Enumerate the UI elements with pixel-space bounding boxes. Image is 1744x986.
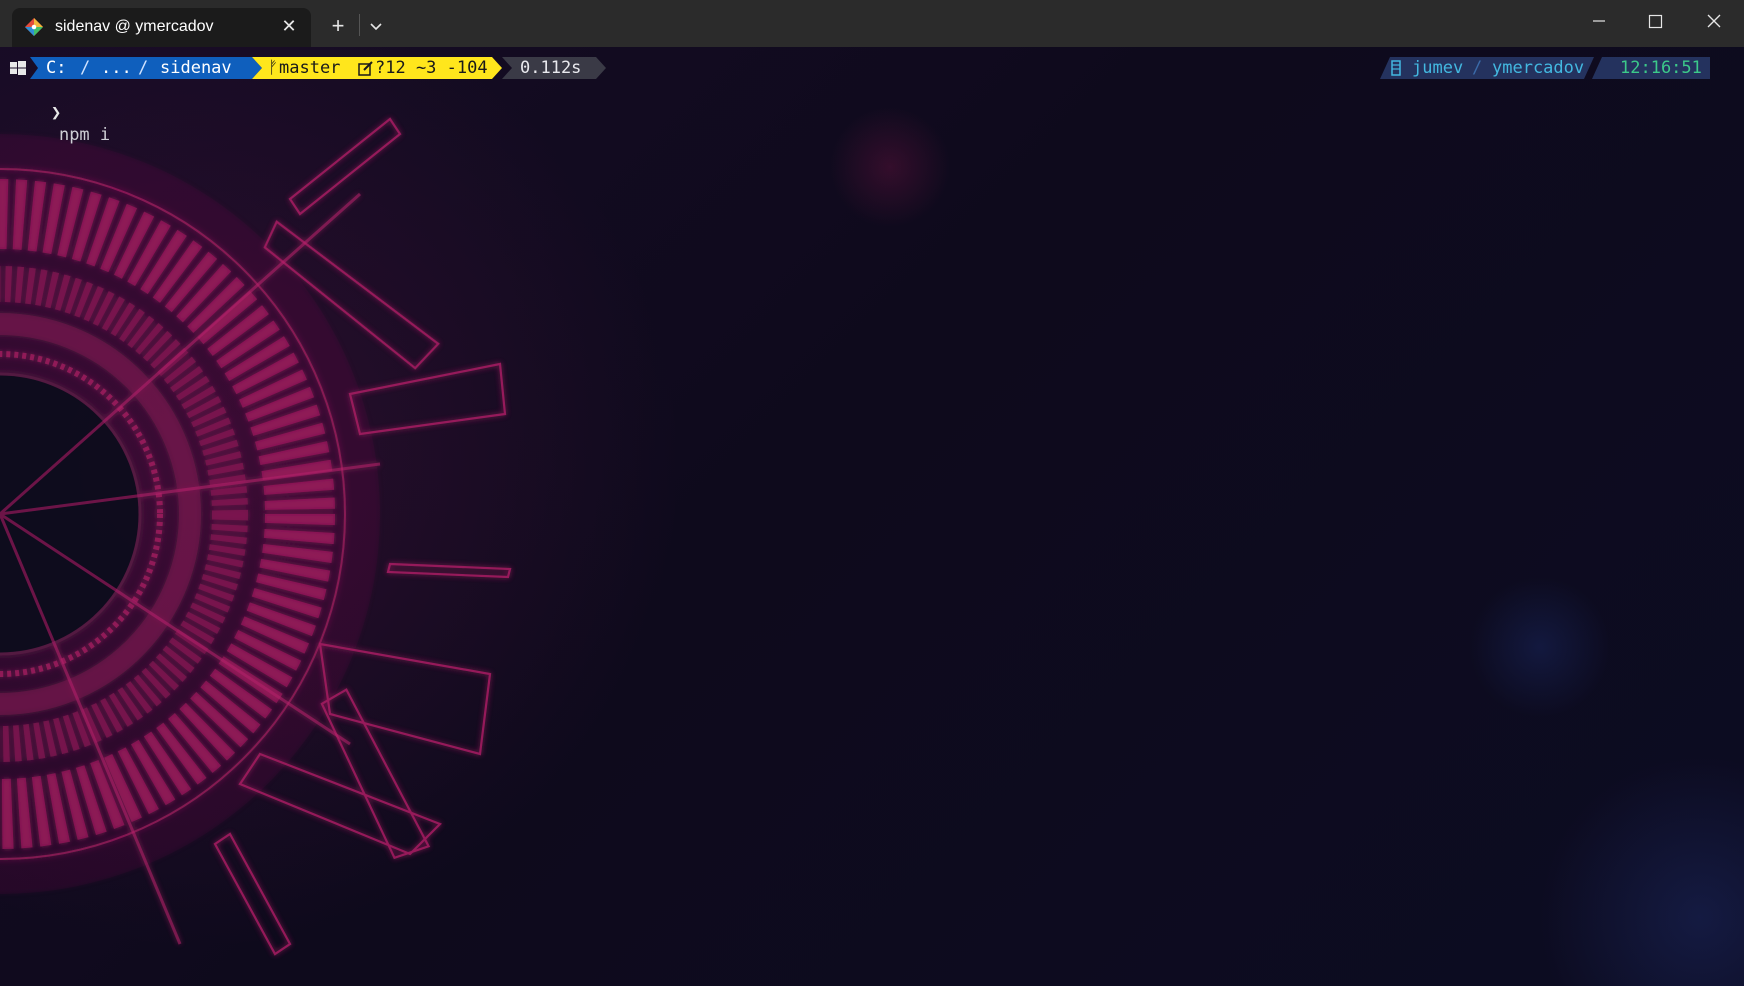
terminal-window: sidenav @ ymercadov ✕ + C: / ... / siden… bbox=[0, 0, 1744, 986]
chevron-down-icon[interactable] bbox=[365, 14, 387, 38]
close-icon[interactable] bbox=[1686, 0, 1742, 42]
tab-active[interactable]: sidenav @ ymercadov ✕ bbox=[12, 8, 311, 47]
tab-close-button[interactable]: ✕ bbox=[279, 16, 299, 36]
maximize-icon[interactable] bbox=[1627, 0, 1683, 42]
new-tab-button[interactable]: + bbox=[326, 12, 350, 40]
path-separator: / bbox=[80, 58, 91, 78]
path-part-drive: C: bbox=[46, 58, 67, 78]
git-branch: master bbox=[279, 58, 341, 78]
background-circular-pattern bbox=[0, 117, 512, 956]
path-part-folder: sidenav bbox=[160, 58, 232, 78]
k8s-host: ymercadov bbox=[1492, 58, 1585, 78]
command-duration: 0.112s bbox=[520, 58, 582, 78]
k8s-user: jumev bbox=[1412, 58, 1464, 78]
title-bar: sidenav @ ymercadov ✕ + bbox=[0, 0, 1744, 47]
windows-icon bbox=[10, 61, 26, 75]
tab-title: sidenav @ ymercadov bbox=[55, 18, 214, 35]
title-separator bbox=[359, 14, 360, 36]
kubernetes-icon bbox=[1391, 60, 1401, 76]
command-line[interactable]: ❯ npm i bbox=[10, 80, 110, 168]
pencil-square-icon bbox=[358, 61, 373, 76]
prompt-chevron-icon: ❯ bbox=[50, 103, 62, 123]
git-diamond-icon bbox=[25, 18, 43, 36]
prompt-time: 12:16:51 bbox=[1620, 58, 1702, 78]
branch-icon: ᚠ bbox=[268, 58, 279, 78]
path-separator: / bbox=[138, 58, 149, 78]
git-stats: ?12 ~3 -104 bbox=[375, 58, 488, 78]
context-separator: / bbox=[1472, 58, 1483, 78]
minimize-icon[interactable] bbox=[1571, 0, 1627, 42]
path-part-ellipsis: ... bbox=[101, 58, 132, 78]
prompt-right: jumev / ymercadov 12:16:51 bbox=[1380, 57, 1710, 79]
command-text: npm i bbox=[58, 125, 111, 145]
